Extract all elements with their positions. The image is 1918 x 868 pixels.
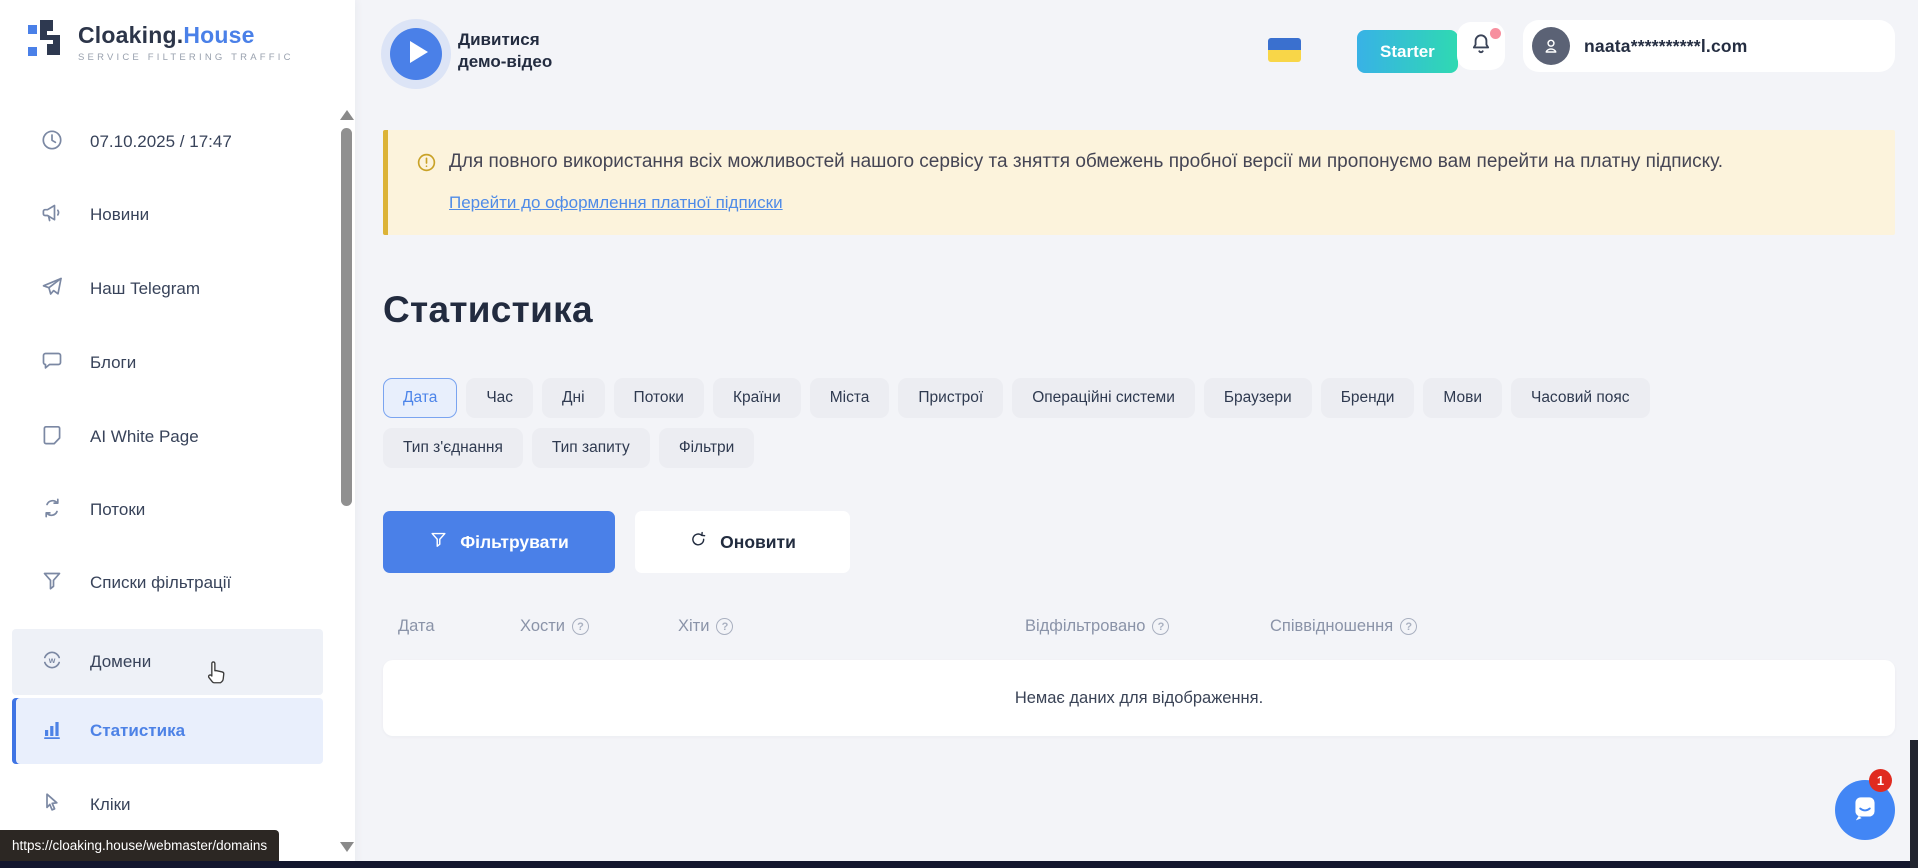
funnel-icon [429, 530, 448, 554]
sidebar: Cloaking.House SERVICE FILTERING TRAFFIC… [0, 0, 355, 868]
window-right-edge [1910, 740, 1918, 868]
chat-smile-icon [1848, 791, 1882, 830]
user-account-button[interactable]: naata**********l.com [1523, 20, 1895, 72]
sidebar-item-news[interactable]: Новини [12, 182, 323, 248]
sidebar-item-domains[interactable]: w Домени [12, 629, 323, 695]
chat-unread-badge: 1 [1869, 769, 1892, 792]
sidebar-item-date: 07.10.2025 / 17:47 [12, 109, 323, 175]
column-header-ratio: Співвідношення ? [1270, 617, 1417, 636]
demo-video-label[interactable]: Дивитися демо-відео [458, 29, 576, 73]
filter-tab-request-type[interactable]: Тип запиту [532, 428, 650, 468]
warning-icon [416, 152, 437, 178]
sidebar-item-label: Потоки [90, 500, 145, 520]
avatar [1532, 27, 1570, 65]
brand-tagline: SERVICE FILTERING TRAFFIC [78, 52, 294, 63]
page-icon [40, 423, 64, 452]
sidebar-item-label: Списки фільтрації [90, 573, 231, 593]
user-email: naata**********l.com [1584, 36, 1748, 57]
sidebar-scrollbar-up-arrow[interactable] [340, 110, 354, 120]
plan-badge-button[interactable]: Starter [1357, 30, 1458, 73]
filter-tab-devices[interactable]: Пристрої [898, 378, 1003, 418]
chat-bubble-icon [40, 349, 64, 378]
sidebar-scrollbar-thumb[interactable] [341, 128, 352, 506]
brand-logo-icon [26, 18, 66, 67]
column-header-filtered: Відфільтровано ? [1025, 617, 1169, 636]
sidebar-item-label: Статистика [90, 721, 185, 741]
stats-table-header: Дата Хости ? Хіти ? Відфільтровано ? Спі… [383, 617, 1895, 647]
funnel-icon [40, 569, 64, 598]
sidebar-item-label: Наш Telegram [90, 279, 200, 299]
sidebar-item-clicks[interactable]: Кліки [12, 772, 323, 838]
column-header-hosts: Хости ? [520, 617, 589, 636]
sidebar-item-label: Кліки [90, 795, 131, 815]
column-header-hits: Хіти ? [678, 617, 733, 636]
page-title: Статистика [383, 289, 593, 331]
sidebar-item-filter-lists[interactable]: Списки фільтрації [12, 550, 323, 616]
sidebar-item-label: Домени [90, 652, 151, 672]
filter-tab-days[interactable]: Дні [542, 378, 605, 418]
flag-blue-stripe [1268, 38, 1301, 50]
sidebar-scrollbar-down-arrow[interactable] [340, 842, 354, 852]
window-bottom-edge [0, 861, 1918, 868]
help-icon[interactable]: ? [716, 618, 733, 635]
paper-plane-icon [40, 275, 64, 304]
help-icon[interactable]: ? [1152, 618, 1169, 635]
filter-tab-connection-type[interactable]: Тип з'єднання [383, 428, 523, 468]
sync-icon [40, 496, 64, 525]
filter-button-label: Фільтрувати [460, 532, 569, 553]
trial-banner-message: Для повного використання всіх можливосте… [449, 151, 1723, 173]
svg-text:w: w [48, 655, 56, 665]
column-header-date: Дата [398, 617, 435, 636]
play-icon [390, 26, 442, 83]
filter-tab-streams[interactable]: Потоки [614, 378, 704, 418]
sidebar-item-statistics[interactable]: Статистика [12, 698, 323, 764]
notification-dot-badge [1490, 28, 1501, 39]
filter-tab-time[interactable]: Час [466, 378, 533, 418]
domains-icon: w [40, 648, 64, 677]
brand-name: Cloaking.House [78, 22, 255, 48]
filter-tab-date[interactable]: Дата [383, 378, 457, 418]
sidebar-item-label: Блоги [90, 353, 136, 373]
upgrade-subscription-link[interactable]: Перейти до оформлення платної підписки [449, 193, 783, 213]
language-flag-ukraine[interactable] [1268, 38, 1301, 62]
sidebar-item-label: AI White Page [90, 427, 199, 447]
filter-tab-cities[interactable]: Міста [810, 378, 890, 418]
refresh-button[interactable]: Оновити [635, 511, 850, 573]
empty-table-state: Немає даних для відображення. [383, 660, 1895, 736]
sidebar-item-label: Новини [90, 205, 149, 225]
refresh-icon [689, 530, 708, 554]
brand-logo[interactable]: Cloaking.House SERVICE FILTERING TRAFFIC [26, 18, 294, 67]
filter-button[interactable]: Фільтрувати [383, 511, 615, 573]
link-preview-statusbar: https://cloaking.house/webmaster/domains [0, 830, 279, 861]
filter-tab-countries[interactable]: Країни [713, 378, 801, 418]
filter-tabs-row-1: Дата Час Дні Потоки Країни Міста Пристро… [383, 378, 1650, 418]
filter-tab-browsers[interactable]: Браузери [1204, 378, 1312, 418]
sidebar-item-ai-white-page[interactable]: AI White Page [12, 404, 323, 470]
bar-chart-icon [40, 717, 64, 746]
filter-tab-brands[interactable]: Бренди [1321, 378, 1415, 418]
help-icon[interactable]: ? [1400, 618, 1417, 635]
sidebar-item-telegram[interactable]: Наш Telegram [12, 256, 323, 322]
help-icon[interactable]: ? [572, 618, 589, 635]
sidebar-item-label: 07.10.2025 / 17:47 [90, 132, 232, 152]
filter-tab-languages[interactable]: Мови [1423, 378, 1502, 418]
pointer-icon [40, 791, 64, 820]
trial-warning-banner: Для повного використання всіх можливосте… [383, 130, 1895, 235]
clock-icon [40, 128, 64, 157]
megaphone-icon [40, 201, 64, 230]
empty-message: Немає даних для відображення. [1015, 689, 1263, 708]
sidebar-item-blogs[interactable]: Блоги [12, 330, 323, 396]
sidebar-item-streams[interactable]: Потоки [12, 477, 323, 543]
filter-tab-os[interactable]: Операційні системи [1012, 378, 1195, 418]
demo-video-play-button[interactable] [390, 28, 442, 80]
filter-tab-timezone[interactable]: Часовий пояс [1511, 378, 1650, 418]
flag-yellow-stripe [1268, 50, 1301, 62]
filter-tab-filters[interactable]: Фільтри [659, 428, 755, 468]
refresh-button-label: Оновити [720, 532, 796, 553]
filter-tabs-row-2: Тип з'єднання Тип запиту Фільтри [383, 428, 754, 468]
